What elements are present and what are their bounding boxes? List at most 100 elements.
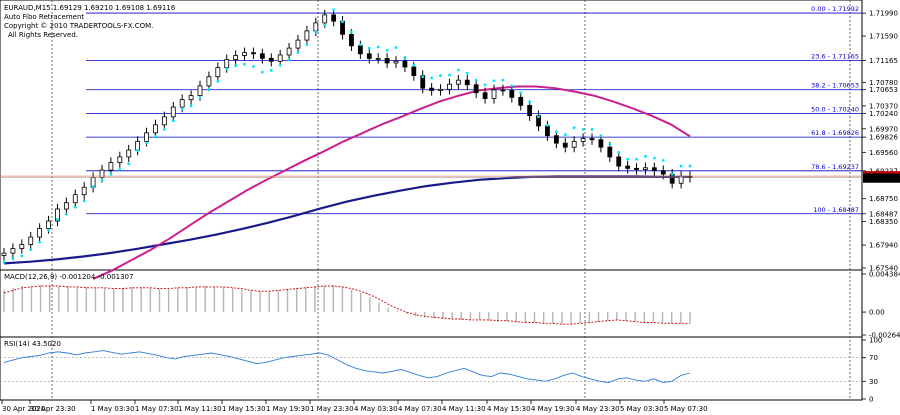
candle-body (616, 156, 622, 167)
psar-dot (546, 124, 549, 127)
candle-body (349, 33, 354, 47)
fib-level-label: 38.2 - 1.70653 (811, 82, 859, 90)
price-tick-label: 1.67940 (869, 242, 898, 250)
psar-dot (180, 107, 184, 111)
time-axis: 30 Apr 202030 Apr 23:30 1 May 03:30 1 May … (1, 400, 708, 413)
psar-dot (136, 149, 140, 153)
price-panel[interactable] (0, 0, 863, 271)
psar-dot (38, 240, 42, 244)
psar-dot (439, 74, 442, 77)
candle-body (233, 55, 239, 60)
psar-dot (635, 157, 638, 161)
psar-dot (100, 178, 104, 182)
psar-dot (162, 128, 166, 131)
candle-body (411, 66, 417, 76)
symbol-info: EURAUD,M15 1.69129 1.69210 1.69108 1.691… (4, 4, 176, 12)
psar-dot (323, 23, 327, 27)
chart-window: 0.00 - 1.71992 23.6 - 1.71165 38.2 - 1.706… (0, 0, 900, 413)
price-tick-label: 1.69826 (869, 134, 898, 142)
price-tick-label: 1.70240 (869, 110, 898, 118)
candle-body (571, 141, 577, 148)
psar-dot (350, 30, 353, 34)
macd-label: MACD(12,26,9) -0.001204 -0.001307 (4, 273, 133, 281)
candle-body (473, 84, 479, 94)
psar-dot (73, 205, 77, 209)
psar-dot (11, 257, 15, 261)
candle-body (366, 53, 372, 59)
psar-dot (127, 162, 131, 166)
psar-dot (341, 20, 344, 24)
candle-body (438, 88, 443, 91)
candle-body (242, 52, 247, 56)
rsi-tick-label: 70 (869, 354, 878, 362)
psar-dot (296, 51, 300, 55)
candle-body (429, 87, 435, 91)
psar-dot (314, 30, 318, 34)
time-tick-label: 1 May 03:30 (91, 405, 135, 413)
psar-dot (572, 126, 576, 130)
price-tick-label: 1.69970 (869, 125, 898, 133)
candle-body (357, 45, 363, 55)
candle-body (179, 99, 185, 108)
price-tick-label: 1.71990 (869, 10, 898, 18)
psar-dot (465, 71, 469, 75)
candle-body (286, 47, 292, 56)
psar-dot (483, 83, 487, 87)
price-tick-label: 1.70653 (869, 86, 898, 94)
time-tick-label: 4 May 23:30 (576, 405, 620, 413)
fib-level-label: 50.0 - 1.70240 (811, 105, 859, 113)
candle-body (678, 175, 684, 184)
candle-body (144, 132, 149, 142)
time-tick-label: 1 May 11:30 (178, 405, 222, 413)
price-tick-label: 1.68750 (869, 195, 898, 203)
psar-dot (260, 70, 264, 74)
psar-dot (563, 133, 567, 136)
candle-body (117, 156, 123, 164)
psar-dot (688, 164, 692, 168)
fib-level-label: 78.6 - 1.69237 (811, 163, 859, 171)
psar-dot (430, 76, 434, 80)
candle-body (126, 149, 132, 158)
psar-dot (82, 199, 86, 203)
psar-dot (171, 119, 175, 123)
candle-body (153, 124, 158, 134)
psar-dot (198, 95, 202, 99)
psar-dot (118, 168, 122, 171)
candle-body (295, 39, 301, 49)
candle-body (482, 92, 488, 99)
candle-body (10, 248, 16, 254)
psar-dot (234, 64, 238, 68)
candle-body (447, 83, 452, 90)
psar-dot (358, 43, 362, 47)
candle-body (464, 79, 470, 86)
time-tick-label: 4 May 19:30 (531, 405, 575, 413)
price-tick-label: 1.68350 (869, 218, 898, 226)
rsi-panel[interactable] (0, 336, 863, 401)
time-tick-label: 4 May 15:30 (487, 405, 531, 413)
psar-dot (608, 142, 612, 146)
psar-dot (225, 67, 229, 71)
price-tick-label: 1.71590 (869, 33, 898, 41)
psar-dot (207, 87, 211, 91)
candle-body (651, 167, 657, 172)
psar-dot (2, 260, 6, 264)
fib-level-label: 23.6 - 1.71165 (811, 52, 859, 60)
candle-body (197, 85, 203, 97)
macd-axis: 0.0043840.00-0.002643 (862, 271, 900, 340)
price-axis: 1.719901.715901.711651.707801.706531.703… (862, 10, 898, 273)
copyright-text: Copyright © 2010 TRADERTOOLS-FX.COM. (4, 22, 153, 30)
candle-body (660, 170, 666, 175)
psar-dot (154, 134, 157, 138)
candle-body (527, 104, 533, 117)
candle-body (161, 116, 167, 126)
candle-body (224, 59, 230, 68)
candle-body (135, 141, 141, 151)
candle-body (375, 58, 381, 60)
time-tick-label: 1 May 07:30 (135, 405, 179, 413)
macd-tick-label: 0.00 (869, 309, 885, 317)
psar-dot (644, 154, 647, 158)
psar-dot (243, 62, 246, 66)
candle-body (188, 95, 194, 101)
psar-dot (189, 104, 193, 108)
psar-dot (626, 157, 630, 161)
